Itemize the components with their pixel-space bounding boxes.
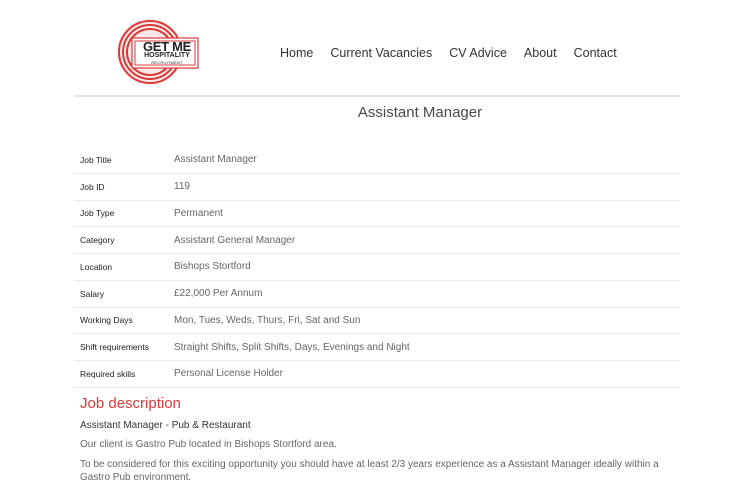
- logo-line2: HOSPITALITY: [144, 52, 190, 59]
- logo-line3: RECRUITMENT: [151, 60, 183, 65]
- job-detail-row: Required skills Personal License Holder: [74, 361, 680, 388]
- job-detail-row: Job ID 119: [74, 174, 680, 201]
- job-detail-row: Job Type Permanent: [74, 201, 680, 228]
- header-divider: [74, 95, 680, 97]
- location-label: Location: [80, 261, 113, 272]
- category-label: Category: [80, 235, 115, 246]
- site-logo[interactable]: GET ME HOSPITALITY RECRUITMENT: [112, 18, 202, 86]
- job-title-label: Job Title: [80, 154, 112, 165]
- job-title-value: Assistant Manager: [174, 154, 257, 166]
- salary-value: £22,000 Per Annum: [174, 288, 263, 300]
- shift-requirements-value: Straight Shifts, Split Shifts, Days, Eve…: [174, 341, 410, 353]
- page-title: Assistant Manager: [357, 104, 483, 121]
- required-skills-label: Required skills: [80, 368, 136, 379]
- location-value: Bishops Stortford: [174, 261, 251, 273]
- nav-home-link[interactable]: Home: [272, 44, 321, 62]
- main-nav: Home Current Vacancies CV Advice About C…: [272, 44, 626, 62]
- job-description-paragraph: Our client is Gastro Pub located in Bish…: [80, 439, 337, 450]
- job-detail-row: Job Title Assistant Manager: [74, 147, 680, 174]
- job-details-table: Job Title Assistant Manager Job ID 119 J…: [74, 147, 680, 388]
- job-detail-row: Salary £22,000 Per Annum: [74, 281, 680, 308]
- job-detail-row: Working Days Mon, Tues, Weds, Thurs, Fri…: [74, 308, 680, 335]
- working-days-label: Working Days: [80, 315, 133, 326]
- job-type-label: Job Type: [80, 208, 115, 219]
- job-description-subtitle: Assistant Manager - Pub & Restaurant: [80, 420, 251, 431]
- job-description-heading: Job description: [80, 395, 181, 412]
- salary-label: Salary: [80, 288, 105, 299]
- job-description-paragraph: To be considered for this exciting oppor…: [80, 459, 659, 483]
- nav-contact-link[interactable]: Contact: [566, 44, 625, 62]
- job-id-value: 119: [174, 181, 190, 193]
- category-value: Assistant General Manager: [174, 234, 296, 246]
- nav-current-vacancies-link[interactable]: Current Vacancies: [322, 44, 440, 62]
- job-detail-row: Shift requirements Straight Shifts, Spli…: [74, 334, 680, 361]
- working-days-value: Mon, Tues, Weds, Thurs, Fri, Sat and Sun: [174, 314, 361, 326]
- nav-cv-advice-link[interactable]: CV Advice: [441, 44, 515, 62]
- logo-text: GET ME HOSPITALITY RECRUITMENT: [112, 18, 202, 86]
- nav-about-link[interactable]: About: [516, 44, 565, 62]
- job-detail-row: Location Bishops Stortford: [74, 254, 680, 281]
- required-skills-value: Personal License Holder: [174, 368, 283, 380]
- job-type-value: Permanent: [174, 207, 223, 219]
- shift-requirements-label: Shift requirements: [80, 342, 149, 353]
- job-id-label: Job ID: [80, 181, 105, 192]
- job-detail-row: Category Assistant General Manager: [74, 227, 680, 254]
